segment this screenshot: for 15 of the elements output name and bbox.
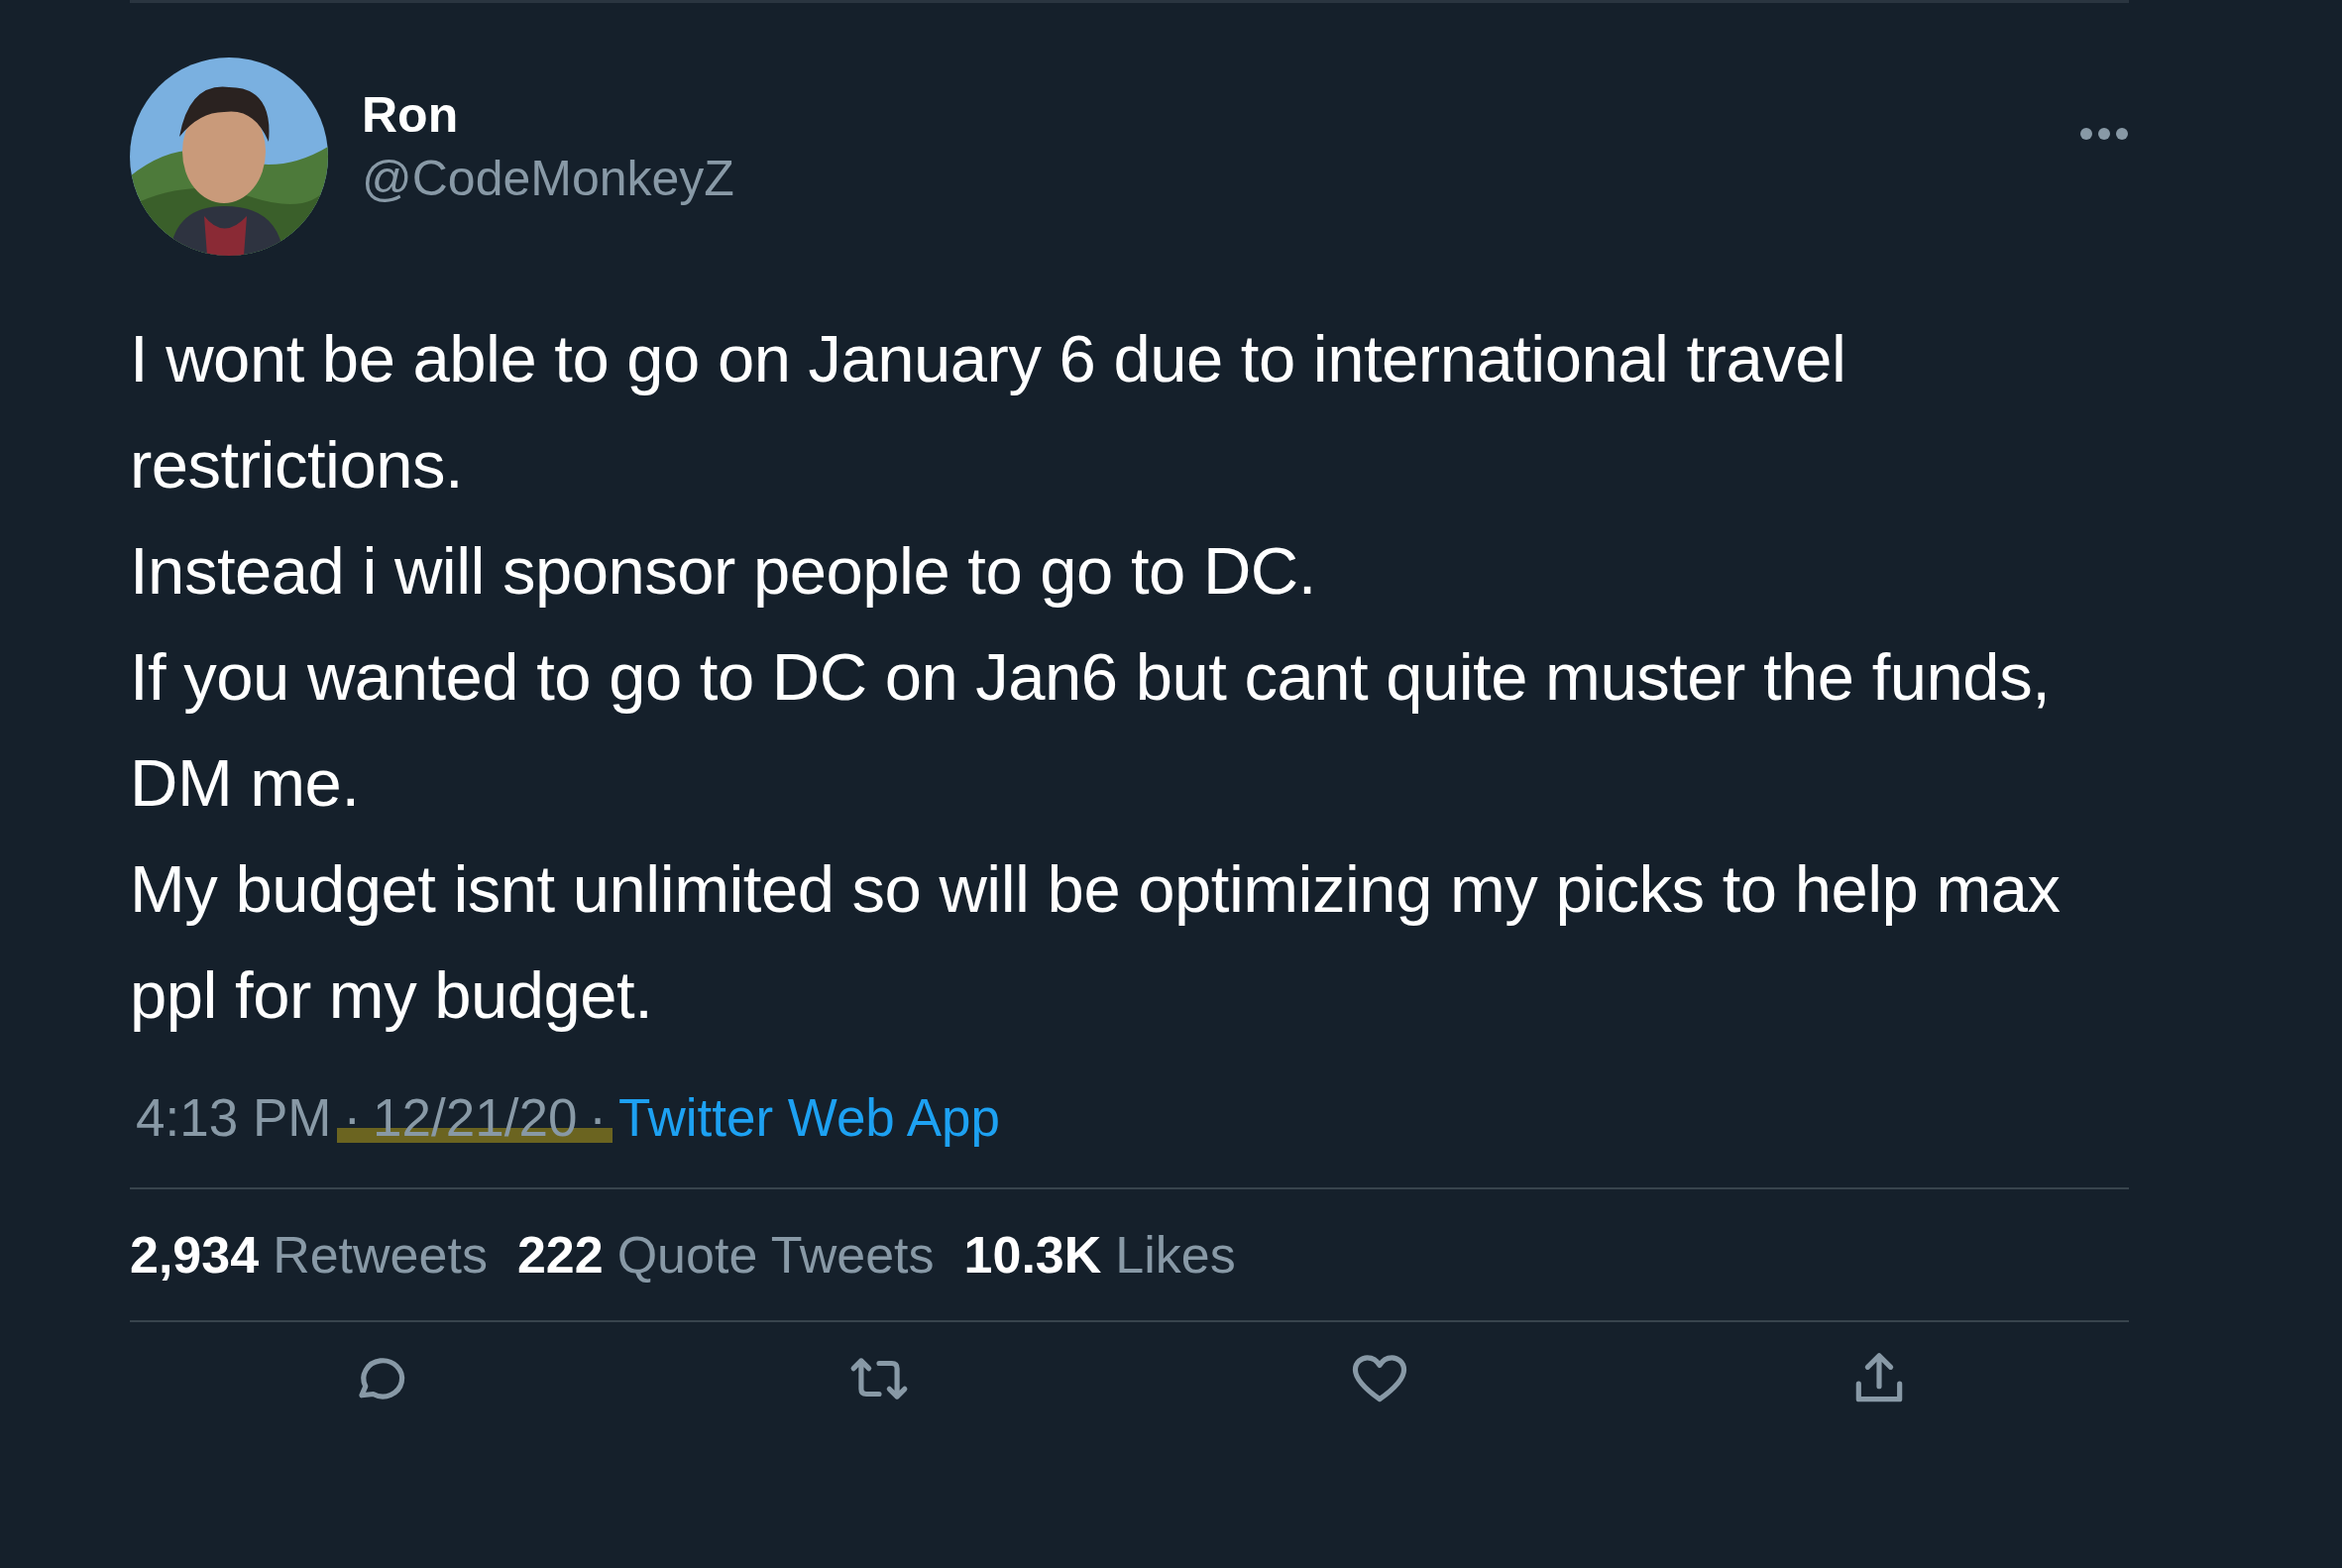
stat-count: 2,934: [130, 1225, 260, 1285]
tweet-text: I wont be able to go on January 6 due to international travel restrictions.: [130, 320, 1847, 504]
source-link[interactable]: Twitter Web App: [613, 1087, 1006, 1148]
timestamp-text: 4:13 PM: [135, 1087, 333, 1148]
tweet-text: Instead i will sponsor people to go to DC.: [130, 532, 1317, 610]
tweet-text: If you wanted to go to DC on Jan6 but cant quite muster the funds, DM me.: [130, 638, 2052, 822]
more-icon[interactable]: [2079, 127, 2129, 141]
author-name[interactable]: Ron: [362, 86, 734, 144]
stat-count: 222: [516, 1225, 604, 1285]
tweet-text: My budget isnt unlimited so will be optimizing my picks to help max ppl for my budget.: [130, 850, 2062, 1034]
stat-label[interactable]: Likes: [1115, 1225, 1236, 1285]
author-handle[interactable]: @CodeMonkeyZ: [362, 150, 734, 207]
stat-label[interactable]: Quote Tweets: [616, 1225, 935, 1285]
stat-count: 10.3K: [963, 1225, 1102, 1285]
stat-label[interactable]: Retweets: [273, 1225, 488, 1285]
